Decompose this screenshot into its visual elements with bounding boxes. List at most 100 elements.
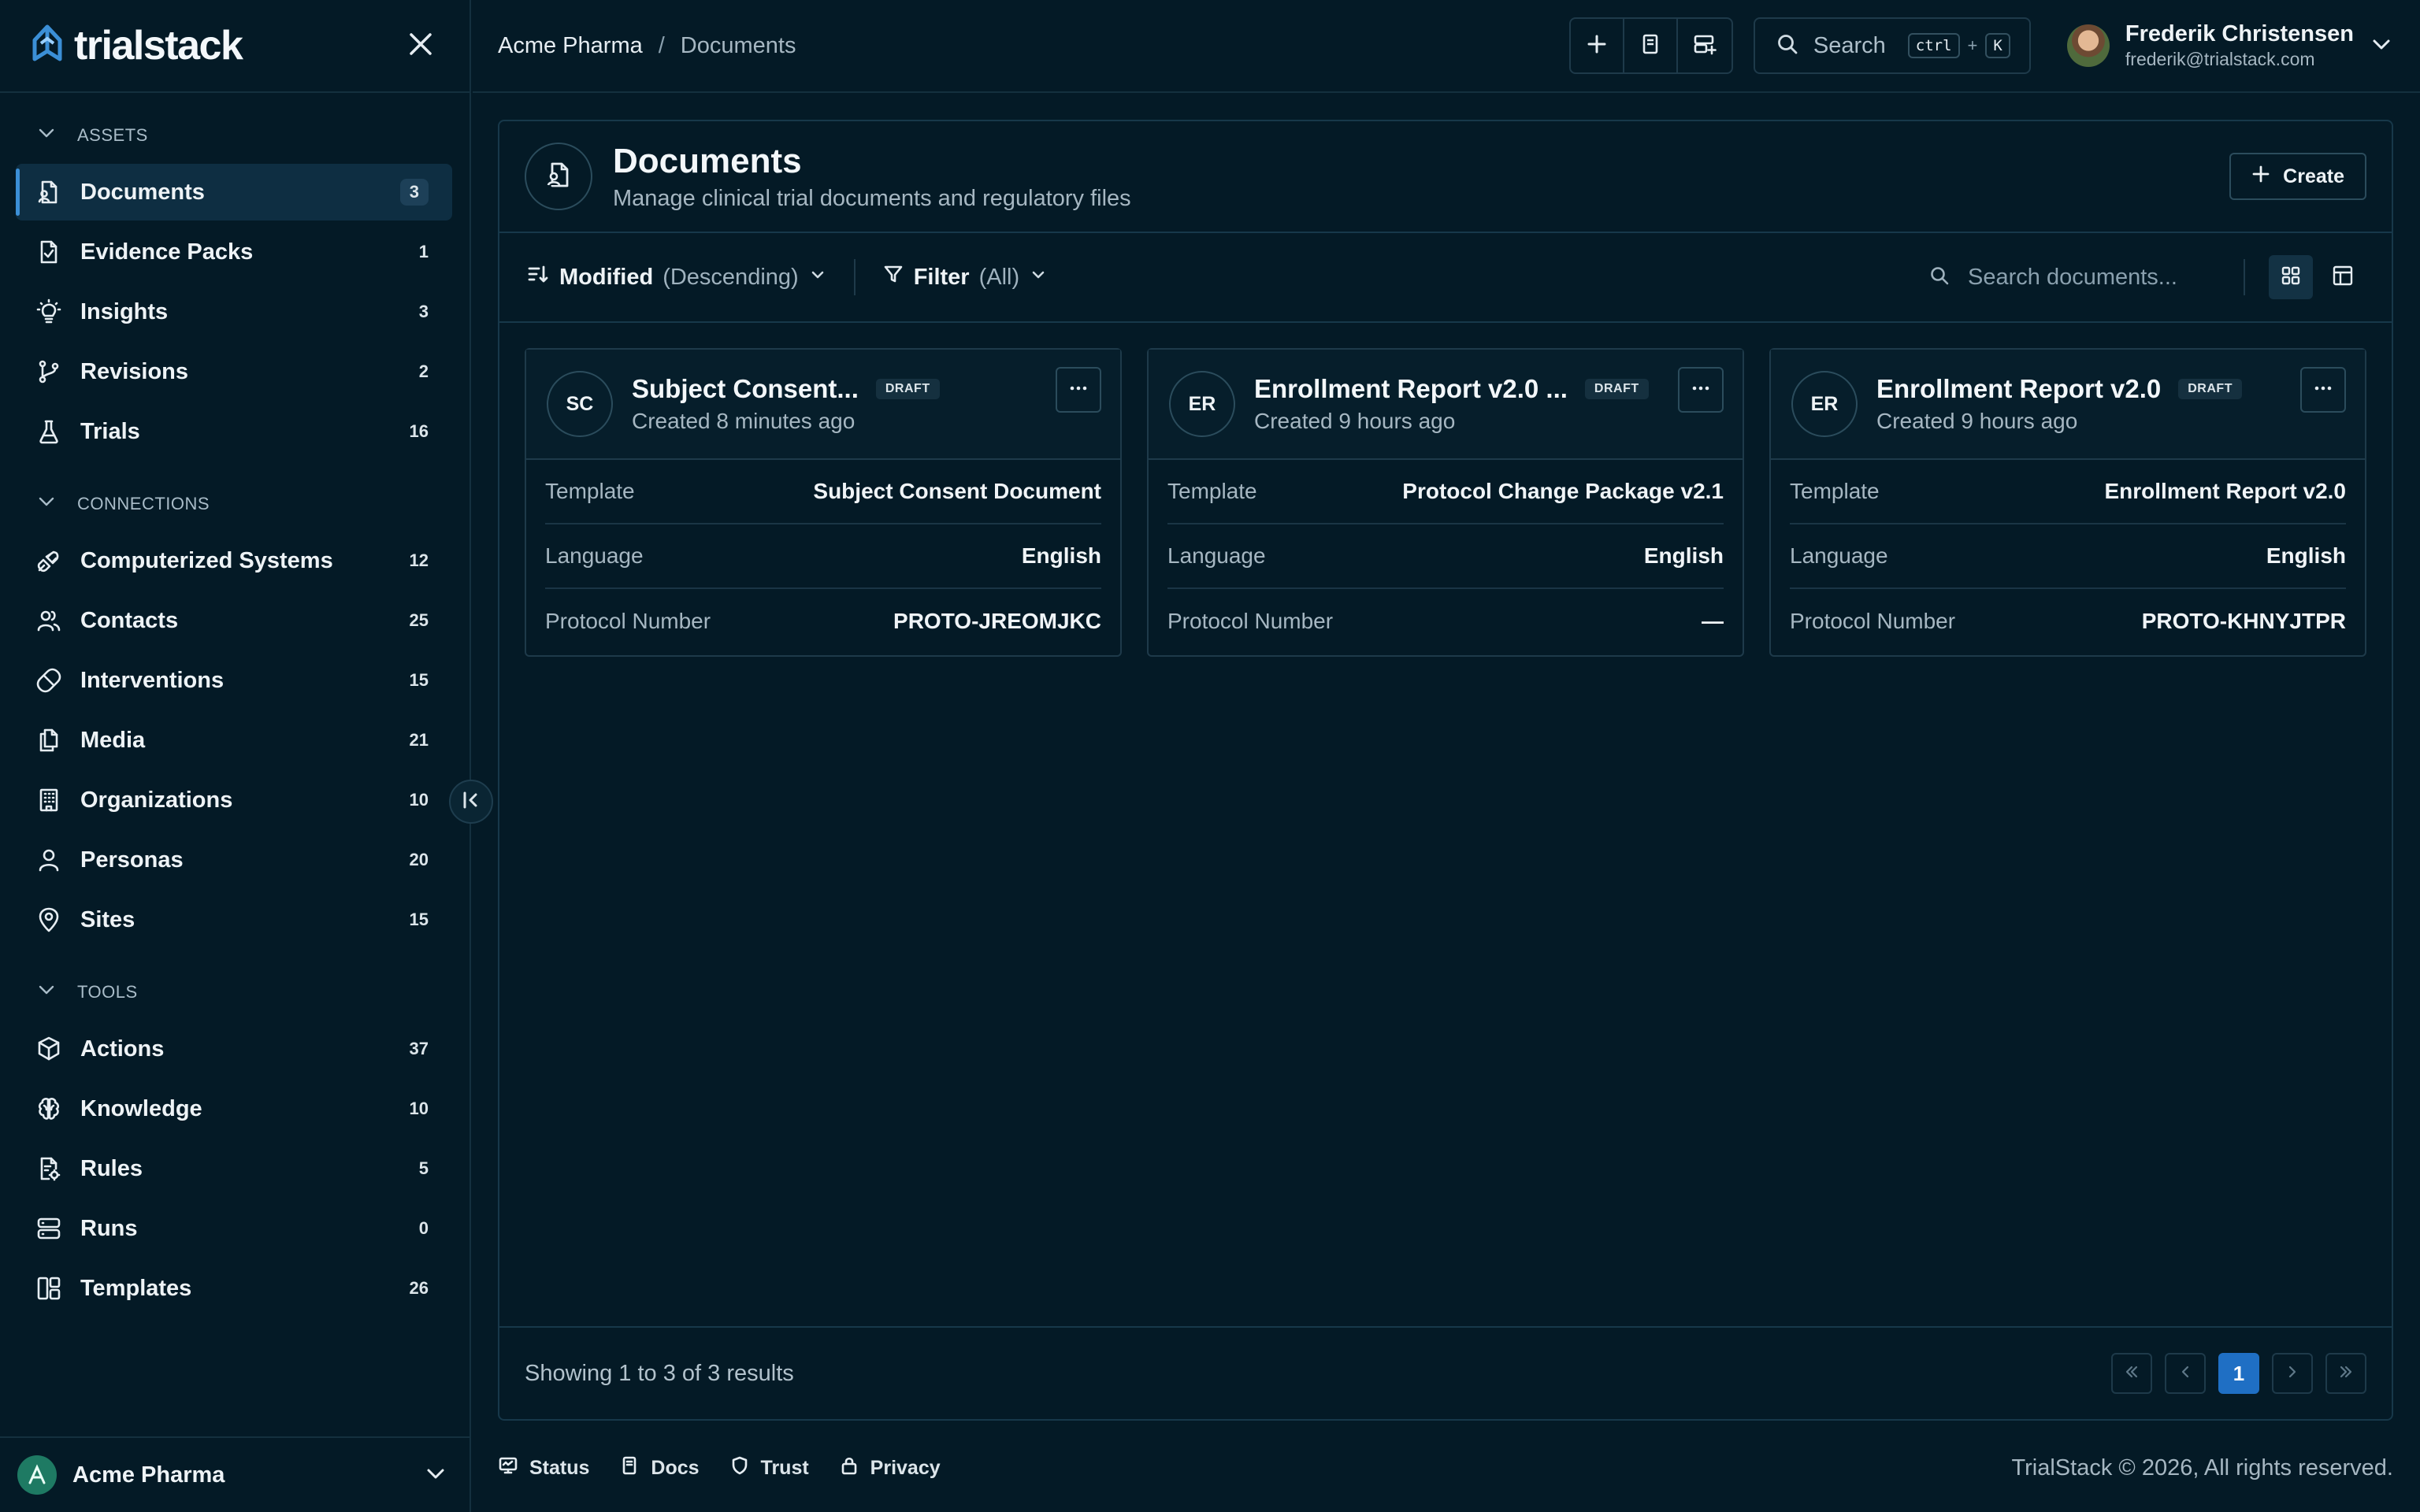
card-field-value: Subject Consent Document [813, 479, 1101, 503]
card-avatar: ER [1791, 371, 1858, 437]
document-icon [1639, 32, 1662, 60]
sidebar-item-actions[interactable]: Actions 37 [16, 1021, 452, 1077]
sidebar-item-runs[interactable]: Runs 0 [16, 1200, 452, 1257]
document-card[interactable]: SC Subject Consent... DRAFT Created 8 mi… [525, 348, 1122, 657]
sidebar-item-rules[interactable]: Rules 5 [16, 1140, 452, 1197]
runs-icon [1692, 32, 1717, 60]
users-icon [35, 606, 63, 635]
page-icon [525, 143, 592, 210]
card-title[interactable]: Subject Consent... [632, 374, 859, 404]
sidebar-item-insights[interactable]: Insights 3 [16, 284, 452, 340]
card-header: ER Enrollment Report v2.0 DRAFT Created … [1771, 350, 2365, 460]
user-icon [35, 846, 63, 874]
sidebar-item-organizations[interactable]: Organizations 10 [16, 772, 452, 828]
plus-icon [1585, 32, 1609, 60]
sidebar-item-label: Runs [80, 1215, 138, 1241]
first-page-button[interactable] [2111, 1353, 2152, 1394]
card-header: SC Subject Consent... DRAFT Created 8 mi… [526, 350, 1120, 460]
sidebar-header: trialstack [0, 0, 470, 93]
org-avatar [17, 1455, 57, 1495]
chevron-down-icon [808, 265, 827, 291]
sidebar-item-count: 21 [409, 730, 429, 750]
section-header-tools[interactable]: TOOLS [0, 967, 470, 1017]
card-more-button[interactable] [1056, 367, 1101, 413]
global-search[interactable]: Search ctrl + K [1753, 17, 2031, 74]
footer-links: Status Docs Trust Privacy [498, 1455, 971, 1481]
sidebar-item-label: Knowledge [80, 1095, 202, 1121]
pill-icon [35, 666, 63, 695]
status-icon [498, 1455, 518, 1481]
filter-dropdown[interactable]: Filter (All) [882, 263, 1048, 291]
quick-add-button[interactable] [1571, 19, 1624, 72]
close-sidebar-button[interactable] [405, 30, 436, 61]
card-field-key: Template [1167, 479, 1257, 503]
sidebar-item-sites[interactable]: Sites 15 [16, 891, 452, 948]
sidebar-item-knowledge[interactable]: Knowledge 10 [16, 1080, 452, 1137]
chevrons-left-icon [2123, 1362, 2140, 1386]
sidebar-item-computerized-systems[interactable]: Computerized Systems 12 [16, 532, 452, 589]
footer-link-status[interactable]: Status [498, 1455, 589, 1481]
sidebar-item-count: 20 [409, 850, 429, 869]
sidebar-item-templates[interactable]: Templates 26 [16, 1260, 452, 1317]
user-info: Frederik Christensen frederik@trialstack… [2125, 21, 2354, 70]
sidebar-item-documents[interactable]: Documents 3 [16, 164, 452, 220]
current-page-button[interactable]: 1 [2218, 1353, 2259, 1394]
card-avatar: SC [547, 371, 613, 437]
grid-view-button[interactable] [2269, 255, 2313, 299]
view-toggle [2244, 255, 2365, 299]
sidebar-item-revisions[interactable]: Revisions 2 [16, 343, 452, 400]
last-page-button[interactable] [2325, 1353, 2366, 1394]
sidebar-item-contacts[interactable]: Contacts 25 [16, 592, 452, 649]
table-view-button[interactable] [2321, 255, 2365, 299]
breadcrumb-current: Documents [680, 32, 796, 58]
sidebar-item-label: Computerized Systems [80, 547, 333, 573]
sidebar-item-label: Templates [80, 1275, 192, 1301]
previous-page-button[interactable] [2165, 1353, 2206, 1394]
user-menu[interactable]: Frederik Christensen frederik@trialstack… [2066, 21, 2393, 70]
sidebar-item-trials[interactable]: Trials 16 [16, 403, 452, 460]
section-header-connections[interactable]: CONNECTIONS [0, 479, 470, 529]
logo[interactable]: trialstack [28, 22, 243, 69]
sidebar-item-count: 15 [409, 670, 429, 690]
chevron-down-icon [1029, 265, 1048, 291]
brain-icon [35, 1095, 63, 1123]
card-more-button[interactable] [2300, 367, 2346, 413]
footer-link-trust[interactable]: Trust [729, 1455, 809, 1481]
card-more-button[interactable] [1678, 367, 1724, 413]
document-search-input[interactable] [1968, 264, 2228, 291]
card-field-value: Enrollment Report v2.0 [2104, 479, 2346, 503]
org-switcher[interactable]: Acme Pharma [0, 1436, 470, 1512]
create-button[interactable]: Create [2229, 153, 2366, 200]
top-bar: Acme Pharma / Documents Search ctrl + K … [473, 0, 2420, 93]
section-title: CONNECTIONS [77, 494, 210, 513]
sidebar-item-count: 25 [409, 610, 429, 630]
building-icon [35, 786, 63, 814]
sidebar-item-evidence-packs[interactable]: Evidence Packs 1 [16, 224, 452, 280]
footer-link-privacy[interactable]: Privacy [839, 1455, 941, 1481]
card-field-key: Language [1790, 543, 1888, 568]
sidebar-item-label: Revisions [80, 358, 188, 384]
card-title-row: Enrollment Report v2.0 ... DRAFT [1254, 374, 1662, 404]
quick-document-button[interactable] [1624, 19, 1678, 72]
sidebar-item-interventions[interactable]: Interventions 15 [16, 652, 452, 709]
section-header-assets[interactable]: ASSETS [0, 110, 470, 161]
filter-value: (All) [978, 264, 1020, 290]
sidebar-item-label: Media [80, 727, 146, 753]
breadcrumb-root[interactable]: Acme Pharma [498, 33, 643, 59]
card-title[interactable]: Enrollment Report v2.0 [1876, 374, 2161, 404]
collapse-sidebar-button[interactable] [449, 780, 493, 824]
quick-runs-button[interactable] [1678, 19, 1731, 72]
card-field-value: — [1702, 609, 1724, 633]
footer-link-docs[interactable]: Docs [619, 1455, 700, 1481]
chevron-down-icon [36, 123, 57, 148]
next-page-button[interactable] [2272, 1353, 2313, 1394]
sidebar-item-count: 37 [409, 1039, 429, 1058]
document-card[interactable]: ER Enrollment Report v2.0 ... DRAFT Crea… [1147, 348, 1744, 657]
document-card[interactable]: ER Enrollment Report v2.0 DRAFT Created … [1769, 348, 2366, 657]
sort-dropdown[interactable]: Modified (Descending) [526, 262, 827, 292]
sidebar-item-personas[interactable]: Personas 20 [16, 832, 452, 888]
sidebar-item-media[interactable]: Media 21 [16, 712, 452, 769]
chevron-down-icon [2370, 32, 2393, 60]
card-title[interactable]: Enrollment Report v2.0 ... [1254, 374, 1568, 404]
page-title: Documents [613, 141, 802, 180]
